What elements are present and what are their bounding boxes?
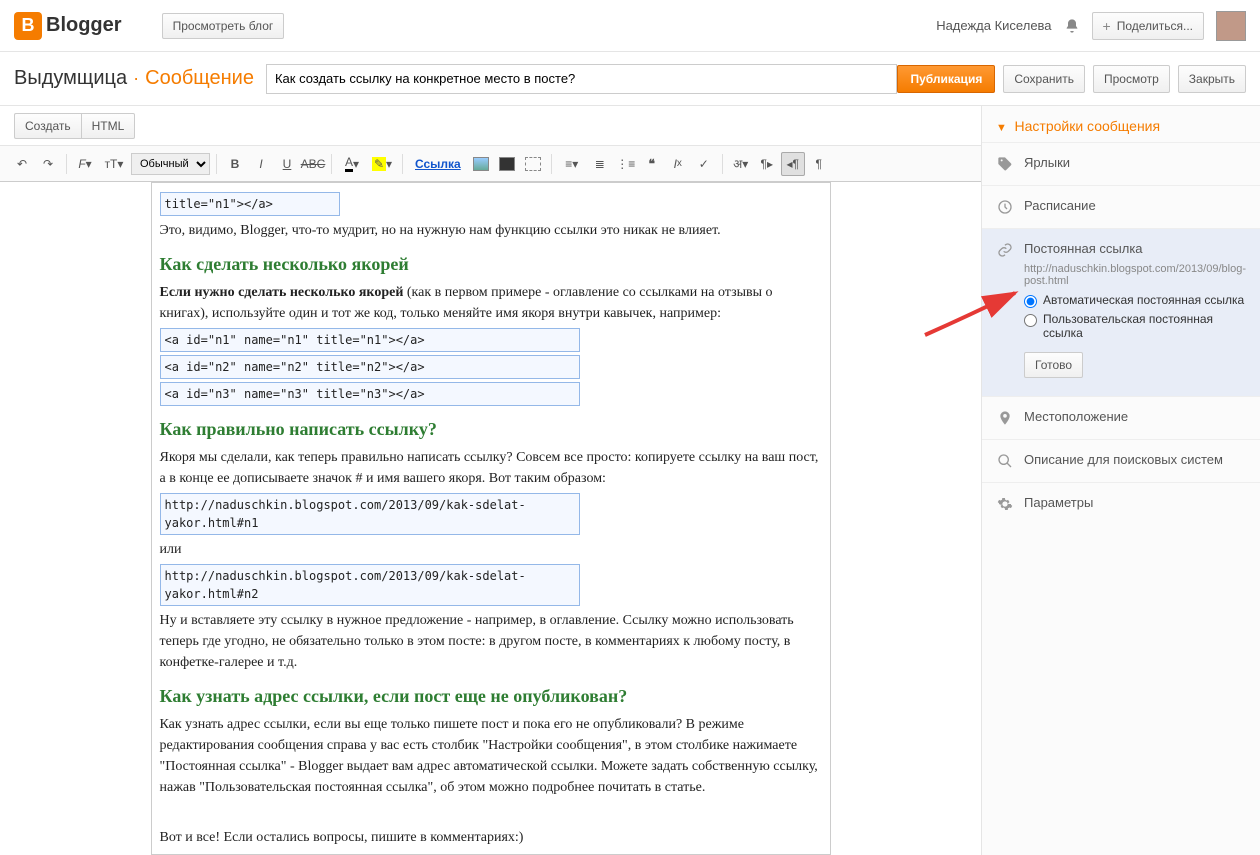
highlight-icon[interactable]: ✎▾ xyxy=(368,152,396,176)
undo-icon[interactable]: ↶ xyxy=(10,152,34,176)
post-title-input[interactable] xyxy=(266,64,898,94)
logo[interactable]: B Blogger xyxy=(14,12,122,40)
post-content-editor[interactable]: title="n1"></a> Это, видимо, Blogger, чт… xyxy=(151,182,831,855)
redo-icon[interactable]: ↷ xyxy=(36,152,60,176)
sidebar-item-schedule[interactable]: Расписание xyxy=(982,185,1260,228)
paragraph: Якоря мы сделали, как теперь правильно н… xyxy=(160,447,822,489)
pin-icon xyxy=(996,409,1014,427)
permalink-auto-radio[interactable]: Автоматическая постоянная ссылка xyxy=(1024,293,1246,308)
sidebar-item-seo[interactable]: Описание для поисковых систем xyxy=(982,439,1260,482)
search-icon xyxy=(996,452,1014,470)
share-label: Поделиться... xyxy=(1117,19,1193,33)
tag-icon xyxy=(996,155,1014,173)
bell-icon[interactable] xyxy=(1064,18,1080,34)
sidebar-item-location[interactable]: Местоположение xyxy=(982,396,1260,439)
paragraph: Ну и вставляете эту ссылку в нужное пред… xyxy=(160,610,822,673)
bold-icon[interactable]: B xyxy=(223,152,247,176)
link-icon xyxy=(996,241,1014,259)
blogger-icon: B xyxy=(14,12,42,40)
caret-icon: ▼ xyxy=(996,122,1007,134)
paragraph: Это, видимо, Blogger, что-то мудрит, но … xyxy=(160,220,822,241)
clock-icon xyxy=(996,198,1014,216)
editor-tabs: Создать HTML xyxy=(0,106,981,146)
avatar[interactable] xyxy=(1216,11,1246,41)
tab-compose[interactable]: Создать xyxy=(14,113,81,139)
tab-html[interactable]: HTML xyxy=(81,113,136,139)
paragraph-style-select[interactable]: Обычный xyxy=(131,153,210,175)
italic-icon[interactable]: I xyxy=(249,152,273,176)
editor-toolbar: ↶ ↷ F▾ тТ▾ Обычный B I U ABC A▾ ✎▾ Ссылк… xyxy=(0,146,981,182)
save-button[interactable]: Сохранить xyxy=(1003,65,1085,93)
sidebar-item-labels[interactable]: Ярлыки xyxy=(982,142,1260,185)
underline-icon[interactable]: U xyxy=(275,152,299,176)
code-snippet: <a id="n3" name="n3" title="n3"></a> xyxy=(160,382,580,406)
title-bar: Выдумщица · Сообщение Публикация Сохрани… xyxy=(0,52,1260,106)
heading: Как узнать адрес ссылки, если пост еще н… xyxy=(160,683,822,710)
font-size-icon[interactable]: тТ▾ xyxy=(99,152,129,176)
publish-button[interactable]: Публикация xyxy=(897,65,995,93)
close-button[interactable]: Закрыть xyxy=(1178,65,1246,93)
user-name[interactable]: Надежда Киселева xyxy=(936,18,1051,33)
quote-icon[interactable]: ❝ xyxy=(640,152,664,176)
insert-link-button[interactable]: Ссылка xyxy=(409,157,467,171)
heading: Как сделать несколько якорей xyxy=(160,251,822,278)
clear-icon[interactable]: ¶ xyxy=(807,152,831,176)
text-color-icon[interactable]: A▾ xyxy=(338,152,366,176)
permalink-custom-radio[interactable]: Пользовательская постоянная ссылка xyxy=(1024,312,1246,340)
heading: Как правильно написать ссылку? xyxy=(160,416,822,443)
post-settings-sidebar: ▼ Настройки сообщения Ярлыки Расписание … xyxy=(982,106,1260,855)
code-snippet: <a id="n2" name="n2" title="n2"></a> xyxy=(160,355,580,379)
view-blog-button[interactable]: Просмотреть блог xyxy=(162,13,285,39)
paragraph: Если нужно сделать несколько якорей (как… xyxy=(160,282,822,324)
paragraph: Вот и все! Если остались вопросы, пишите… xyxy=(160,827,822,848)
strikethrough-icon[interactable]: ABC xyxy=(301,152,325,176)
blog-name[interactable]: Выдумщица xyxy=(14,67,127,90)
insert-image-icon[interactable] xyxy=(469,152,493,176)
align-icon[interactable]: ≡▾ xyxy=(558,152,586,176)
permalink-done-button[interactable]: Готово xyxy=(1024,352,1083,378)
permalink-url: http://naduschkin.blogspot.com/2013/09/b… xyxy=(1024,263,1246,287)
remove-format-icon[interactable]: Ix xyxy=(666,152,690,176)
code-snippet: <a id="n1" name="n1" title="n1"></a> xyxy=(160,328,580,352)
font-family-icon[interactable]: F▾ xyxy=(73,152,97,176)
ltr-icon[interactable]: ¶▸ xyxy=(755,152,779,176)
logo-text: Blogger xyxy=(46,14,122,37)
sidebar-title: Настройки сообщения xyxy=(1015,118,1161,134)
spellcheck-icon[interactable]: ✓ xyxy=(692,152,716,176)
code-snippet: http://naduschkin.blogspot.com/2013/09/k… xyxy=(160,493,580,535)
translit-icon[interactable]: अ▾ xyxy=(729,152,753,176)
gear-icon xyxy=(996,495,1014,513)
insert-jump-icon[interactable] xyxy=(521,152,545,176)
code-snippet: http://naduschkin.blogspot.com/2013/09/k… xyxy=(160,564,580,606)
preview-button[interactable]: Просмотр xyxy=(1093,65,1170,93)
rtl-icon[interactable]: ◂¶ xyxy=(781,152,805,176)
code-snippet: title="n1"></a> xyxy=(160,192,340,216)
numbered-list-icon[interactable]: ≣ xyxy=(588,152,612,176)
editor-column: Создать HTML ↶ ↷ F▾ тТ▾ Обычный B I U AB… xyxy=(0,106,982,855)
sidebar-item-permalink[interactable]: Постоянная ссылка http://naduschkin.blog… xyxy=(982,228,1260,396)
separator: · xyxy=(133,68,139,89)
paragraph: Как узнать адрес ссылки, если вы еще тол… xyxy=(160,714,822,798)
top-bar: B Blogger Просмотреть блог Надежда Кисел… xyxy=(0,0,1260,52)
sidebar-item-options[interactable]: Параметры xyxy=(982,482,1260,525)
paragraph: или xyxy=(160,539,822,560)
share-button[interactable]: + Поделиться... xyxy=(1092,12,1204,40)
insert-video-icon[interactable] xyxy=(495,152,519,176)
page-label: Сообщение xyxy=(145,67,254,90)
bullet-list-icon[interactable]: ⋮≡ xyxy=(614,152,638,176)
